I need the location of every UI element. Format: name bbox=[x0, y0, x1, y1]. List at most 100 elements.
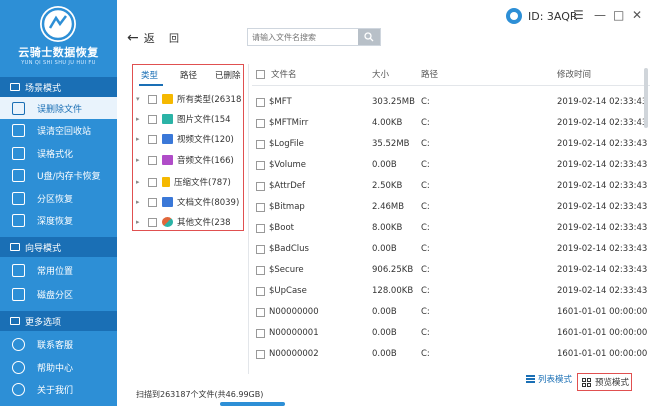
row-checkbox[interactable] bbox=[256, 308, 265, 317]
table-row[interactable]: $Boot 8.00KB C: 2019-02-14 02:33:43 bbox=[252, 218, 650, 239]
more-options-icon bbox=[10, 317, 20, 325]
sidebar: 云骑士数据恢复 YUN QI SHI SHU JU HUI FU 场景模式 误删… bbox=[0, 0, 117, 406]
sidebar-item-contact-support[interactable]: 联系客服 bbox=[0, 333, 117, 355]
file-modified: 2019-02-14 02:33:43 bbox=[557, 139, 648, 149]
table-row[interactable]: $Bitmap 2.46MB C: 2019-02-14 02:33:43 bbox=[252, 197, 650, 218]
maximize-icon[interactable]: □ bbox=[613, 8, 624, 22]
close-icon[interactable]: ✕ bbox=[632, 8, 642, 22]
minimize-icon[interactable]: — bbox=[594, 8, 606, 22]
table-row[interactable]: N00000001 0.00B C: 1601-01-01 00:00:00 bbox=[252, 323, 650, 344]
category-item-other[interactable]: ▸ 其他文件(238 bbox=[133, 213, 243, 231]
checkbox[interactable] bbox=[148, 177, 157, 187]
file-size: 2.50KB bbox=[372, 181, 403, 191]
grid-icon bbox=[582, 377, 591, 387]
table-row[interactable]: N000000030.00BC:1601-01-01 00:00:00 bbox=[252, 365, 650, 370]
table-row[interactable]: $MFTMirr 4.00KB C: 2019-02-14 02:33:43 bbox=[252, 113, 650, 134]
recycle-bin-icon bbox=[12, 123, 25, 137]
collapse-icon[interactable]: ▾ bbox=[136, 95, 144, 103]
column-header-path[interactable]: 路径 bbox=[421, 64, 438, 84]
row-checkbox[interactable] bbox=[256, 140, 265, 149]
checkbox[interactable] bbox=[148, 114, 157, 124]
table-row[interactable]: N00000002 0.00B C: 1601-01-01 00:00:00 bbox=[252, 344, 650, 365]
table-row[interactable]: $BadClus 0.00B C: 2019-02-14 02:33:43 bbox=[252, 239, 650, 260]
list-mode-button[interactable]: 列表模式 bbox=[526, 373, 572, 385]
document-icon bbox=[162, 197, 173, 207]
expand-icon[interactable]: ▸ bbox=[136, 135, 144, 143]
back-button[interactable]: ← 返 bbox=[127, 30, 155, 46]
file-path: C: bbox=[421, 139, 430, 149]
row-checkbox[interactable] bbox=[256, 329, 265, 338]
category-panel: 类型 路径 已删除 ▾ 所有类型(26318 ▸ 图片文件(154 ▸ 视频文件… bbox=[132, 64, 244, 231]
category-item-archives[interactable]: ▸ 压缩文件(787) bbox=[133, 173, 243, 191]
sidebar-item-usb-card[interactable]: U盘/内存卡恢复 bbox=[0, 164, 117, 186]
row-checkbox[interactable] bbox=[256, 119, 265, 128]
expand-icon[interactable]: ▸ bbox=[136, 198, 144, 206]
tab-path[interactable]: 路径 bbox=[180, 69, 197, 81]
tab-deleted[interactable]: 已删除 bbox=[215, 69, 241, 81]
category-item-documents[interactable]: ▸ 文档文件(8039) bbox=[133, 193, 243, 211]
file-path: C: bbox=[421, 97, 430, 107]
sidebar-item-help-center[interactable]: 帮助中心 bbox=[0, 356, 117, 378]
file-name: $BadClus bbox=[269, 244, 309, 254]
row-checkbox[interactable] bbox=[256, 224, 265, 233]
column-header-name[interactable]: 文件名 bbox=[271, 68, 297, 80]
user-info[interactable]: ID: 3AQR bbox=[506, 8, 578, 24]
expand-icon[interactable]: ▸ bbox=[136, 178, 144, 186]
category-item-images[interactable]: ▸ 图片文件(154 bbox=[133, 110, 243, 128]
sidebar-item-format[interactable]: 误格式化 bbox=[0, 142, 117, 164]
video-icon bbox=[162, 134, 173, 144]
checkbox[interactable] bbox=[148, 217, 157, 227]
panel-divider[interactable] bbox=[248, 64, 249, 374]
category-item-videos[interactable]: ▸ 视频文件(120) bbox=[133, 130, 243, 148]
table-row[interactable]: $LogFile 35.52MB C: 2019-02-14 02:33:43 bbox=[252, 134, 650, 155]
scrollbar[interactable] bbox=[644, 68, 648, 128]
scene-mode-icon bbox=[10, 83, 20, 91]
menu-icon[interactable]: ☰ bbox=[573, 8, 584, 22]
checkbox[interactable] bbox=[148, 155, 157, 165]
expand-icon[interactable]: ▸ bbox=[136, 218, 144, 226]
table-row[interactable]: $Volume 0.00B C: 2019-02-14 02:33:43 bbox=[252, 155, 650, 176]
sidebar-item-disk-partition[interactable]: 磁盘分区 bbox=[0, 283, 117, 305]
file-name: $Volume bbox=[269, 160, 307, 170]
table-row[interactable]: $UpCase 128.00KB C: 2019-02-14 02:33:43 bbox=[252, 281, 650, 302]
file-size: 906.25KB bbox=[372, 265, 414, 275]
checkbox[interactable] bbox=[148, 134, 157, 144]
recover-button[interactable] bbox=[220, 402, 285, 406]
tab-type[interactable]: 类型 bbox=[141, 69, 158, 81]
category-item-all[interactable]: ▾ 所有类型(26318 bbox=[133, 90, 243, 108]
row-checkbox[interactable] bbox=[256, 287, 265, 296]
checkbox[interactable] bbox=[148, 197, 157, 207]
search-input[interactable] bbox=[248, 29, 358, 45]
sidebar-item-partition[interactable]: 分区恢复 bbox=[0, 187, 117, 209]
home-button[interactable]: 回 bbox=[169, 30, 179, 45]
sidebar-item-deleted-files[interactable]: 误删除文件 bbox=[0, 97, 117, 119]
sidebar-item-common-locations[interactable]: 常用位置 bbox=[0, 259, 117, 281]
table-row[interactable]: $AttrDef 2.50KB C: 2019-02-14 02:33:43 bbox=[252, 176, 650, 197]
row-checkbox[interactable] bbox=[256, 203, 265, 212]
section-label: 场景模式 bbox=[25, 83, 62, 94]
sidebar-item-about[interactable]: 关于我们 bbox=[0, 378, 117, 400]
checkbox[interactable] bbox=[148, 94, 157, 104]
row-checkbox[interactable] bbox=[256, 266, 265, 275]
column-header-size[interactable]: 大小 bbox=[372, 64, 389, 84]
column-header-modified[interactable]: 修改时间 bbox=[557, 64, 591, 84]
select-all-checkbox[interactable] bbox=[256, 69, 265, 79]
expand-icon[interactable]: ▸ bbox=[136, 156, 144, 164]
file-size: 0.00B bbox=[372, 160, 397, 170]
row-checkbox[interactable] bbox=[256, 161, 265, 170]
row-checkbox[interactable] bbox=[256, 350, 265, 359]
row-checkbox[interactable] bbox=[256, 98, 265, 107]
row-checkbox[interactable] bbox=[256, 245, 265, 254]
table-row[interactable]: $Secure 906.25KB C: 2019-02-14 02:33:43 bbox=[252, 260, 650, 281]
category-item-audio[interactable]: ▸ 音频文件(166) bbox=[133, 151, 243, 169]
wizard-mode-icon bbox=[10, 243, 20, 251]
search-button[interactable] bbox=[358, 29, 380, 45]
table-row[interactable]: $MFT 303.25MB C: 2019-02-14 02:33:43 bbox=[252, 92, 650, 113]
sidebar-item-recycle-bin[interactable]: 误清空回收站 bbox=[0, 119, 117, 141]
row-checkbox[interactable] bbox=[256, 182, 265, 191]
expand-icon[interactable]: ▸ bbox=[136, 115, 144, 123]
table-row[interactable]: N00000000 0.00B C: 1601-01-01 00:00:00 bbox=[252, 302, 650, 323]
file-path: C: bbox=[421, 349, 430, 359]
preview-mode-button[interactable]: 预览模式 bbox=[577, 373, 632, 391]
sidebar-item-deep-recovery[interactable]: 深度恢复 bbox=[0, 209, 117, 231]
